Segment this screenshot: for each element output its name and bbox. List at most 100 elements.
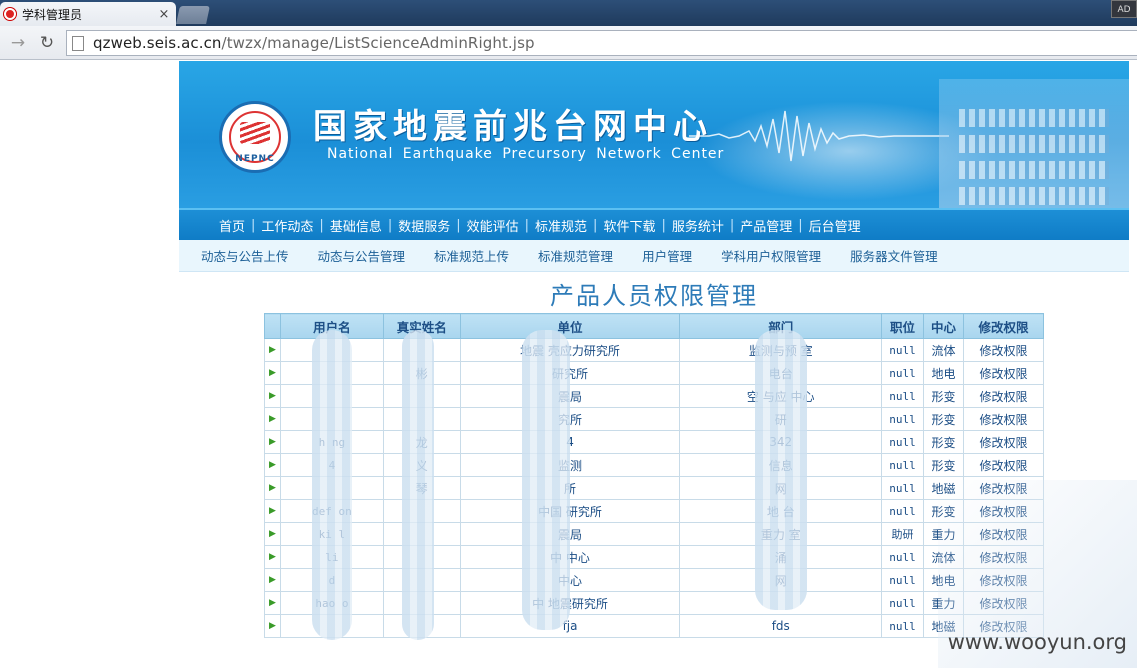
cell-unit: 中 地震研究所 — [459, 591, 681, 615]
sub-nav: 动态与公告上传 动态与公告管理 标准规范上传 标准规范管理 用户管理 学科用户权… — [179, 240, 1129, 272]
cell-unit: 震局 — [459, 522, 681, 546]
header-position: 职位 — [881, 313, 925, 339]
cell-username — [279, 614, 384, 638]
row-arrow-icon: ▶ — [264, 453, 281, 477]
table-row: ▶hao o中 地震研究所null重力修改权限 — [264, 591, 1045, 615]
cell-username: def on — [279, 499, 384, 523]
table-header-row: 用户名 真实姓名 单位 部门 职位 中心 修改权限 — [264, 313, 1045, 339]
header-spacer — [264, 313, 281, 339]
header-center: 中心 — [923, 313, 964, 339]
edit-permission-link[interactable]: 修改权限 — [962, 361, 1045, 385]
nav-data-service[interactable]: 数据服务 — [398, 216, 450, 235]
cell-position: null — [881, 568, 925, 592]
cell-dept: 网 — [679, 568, 883, 592]
cell-dept: fds — [679, 614, 883, 638]
nav-software[interactable]: 软件下载 — [603, 216, 655, 235]
nav-products[interactable]: 产品管理 — [740, 216, 792, 235]
subnav-standard-manage[interactable]: 标准规范管理 — [538, 246, 613, 265]
cell-unit: 4 — [459, 430, 681, 454]
reload-icon[interactable]: ↻ — [36, 32, 58, 54]
table-row: ▶ki l 震局重力 室助研重力修改权限 — [264, 522, 1045, 546]
edit-permission-link[interactable]: 修改权限 — [962, 407, 1045, 431]
cell-position: null — [881, 361, 925, 385]
cell-realname — [382, 407, 461, 431]
cell-realname — [382, 522, 461, 546]
url-text[interactable]: qzweb.seis.ac.cn/twzx/manage/ListScience… — [93, 34, 535, 52]
cell-center: 形变 — [923, 453, 964, 477]
subnav-user-manage[interactable]: 用户管理 — [642, 246, 692, 265]
back-arrow-icon[interactable]: → — [7, 32, 29, 54]
cell-realname: 义 — [382, 453, 461, 477]
subnav-server-files[interactable]: 服务器文件管理 — [850, 246, 938, 265]
subnav-news-manage[interactable]: 动态与公告管理 — [318, 246, 406, 265]
nav-admin[interactable]: 后台管理 — [809, 216, 861, 235]
cell-unit: 中国 研究所 — [459, 499, 681, 523]
edit-permission-link[interactable]: 修改权限 — [962, 430, 1045, 454]
cell-dept: 涌 — [679, 545, 883, 569]
cell-realname — [382, 338, 461, 362]
cell-position: null — [881, 453, 925, 477]
cell-unit: 所 — [459, 476, 681, 500]
row-arrow-icon: ▶ — [264, 338, 281, 362]
cell-realname — [382, 568, 461, 592]
cell-center: 流体 — [923, 338, 964, 362]
seismic-mark-icon — [240, 122, 270, 144]
tab-title: 学科管理员 — [22, 7, 83, 22]
cell-unit: 中心 — [459, 568, 681, 592]
edit-permission-link[interactable]: 修改权限 — [962, 338, 1045, 362]
cell-username: 4 — [279, 453, 384, 477]
cell-dept: 研 — [679, 407, 883, 431]
cell-unit: 中 中心 — [459, 545, 681, 569]
new-tab-button[interactable] — [176, 6, 210, 24]
header-dept: 部门 — [679, 313, 883, 339]
row-arrow-icon: ▶ — [264, 614, 281, 638]
browser-tab[interactable]: 学科管理员 × — [0, 2, 176, 26]
cell-position: null — [881, 591, 925, 615]
cell-username: h ng — [279, 430, 384, 454]
nav-work-news[interactable]: 工作动态 — [261, 216, 313, 235]
table-row: ▶def on中国 研究所地 台null形变修改权限 — [264, 499, 1045, 523]
subnav-news-upload[interactable]: 动态与公告上传 — [201, 246, 289, 265]
row-arrow-icon: ▶ — [264, 568, 281, 592]
browser-toolbar: → ↻ qzweb.seis.ac.cn/twzx/manage/ListSci… — [0, 26, 1137, 60]
cell-center: 地电 — [923, 361, 964, 385]
cell-center: 形变 — [923, 430, 964, 454]
nav-standards[interactable]: 标准规范 — [535, 216, 587, 235]
nepnc-logo: NEPNC — [219, 101, 291, 173]
cell-dept — [679, 591, 883, 615]
close-tab-icon[interactable]: × — [156, 7, 172, 22]
subnav-standard-upload[interactable]: 标准规范上传 — [434, 246, 509, 265]
cell-position: null — [881, 614, 925, 638]
nav-basic-info[interactable]: 基础信息 — [330, 216, 382, 235]
header-unit: 单位 — [459, 313, 681, 339]
window-control[interactable]: AD — [1111, 0, 1137, 18]
table-row: ▶fjafdsnull地磁修改权限 — [264, 614, 1045, 638]
table-row: ▶ 彬 研究所 电台 null 地电 修改权限 — [264, 361, 1045, 385]
site-header-banner: NEPNC 国家地震前兆台网中心 National Earthquake Pre… — [179, 61, 1129, 208]
address-bar[interactable]: qzweb.seis.ac.cn/twzx/manage/ListScience… — [66, 30, 1137, 56]
cell-center: 形变 — [923, 384, 964, 408]
main-nav: 首页 | 工作动态 | 基础信息 | 数据服务 | 效能评估 | 标准规范 | 软件下载 | … — [179, 208, 1129, 240]
cell-dept: 网 — [679, 476, 883, 500]
table-row: ▶琴 所 网null地磁修改权限 — [264, 476, 1045, 500]
cell-position: 助研 — [881, 522, 925, 546]
cell-unit: fja — [459, 614, 681, 638]
cell-dept: 空 与应 中心 — [679, 384, 883, 408]
nav-statistics[interactable]: 服务统计 — [672, 216, 724, 235]
browser-tab-bar: 学科管理员 × AD — [0, 0, 1137, 26]
cell-username: li — [279, 545, 384, 569]
cell-dept: 342 — [679, 430, 883, 454]
nav-home[interactable]: 首页 — [219, 216, 245, 235]
subnav-subject-rights[interactable]: 学科用户权限管理 — [721, 246, 821, 265]
row-arrow-icon: ▶ — [264, 499, 281, 523]
edit-permission-link[interactable]: 修改权限 — [962, 453, 1045, 477]
cell-realname — [382, 591, 461, 615]
cell-username: d — [279, 568, 384, 592]
edit-permission-link[interactable]: 修改权限 — [962, 384, 1045, 408]
cell-position: null — [881, 545, 925, 569]
cell-realname: 彬 — [382, 361, 461, 385]
nav-evaluation[interactable]: 效能评估 — [467, 216, 519, 235]
cell-dept: 重力 室 — [679, 522, 883, 546]
cell-position: null — [881, 407, 925, 431]
cell-realname — [382, 384, 461, 408]
